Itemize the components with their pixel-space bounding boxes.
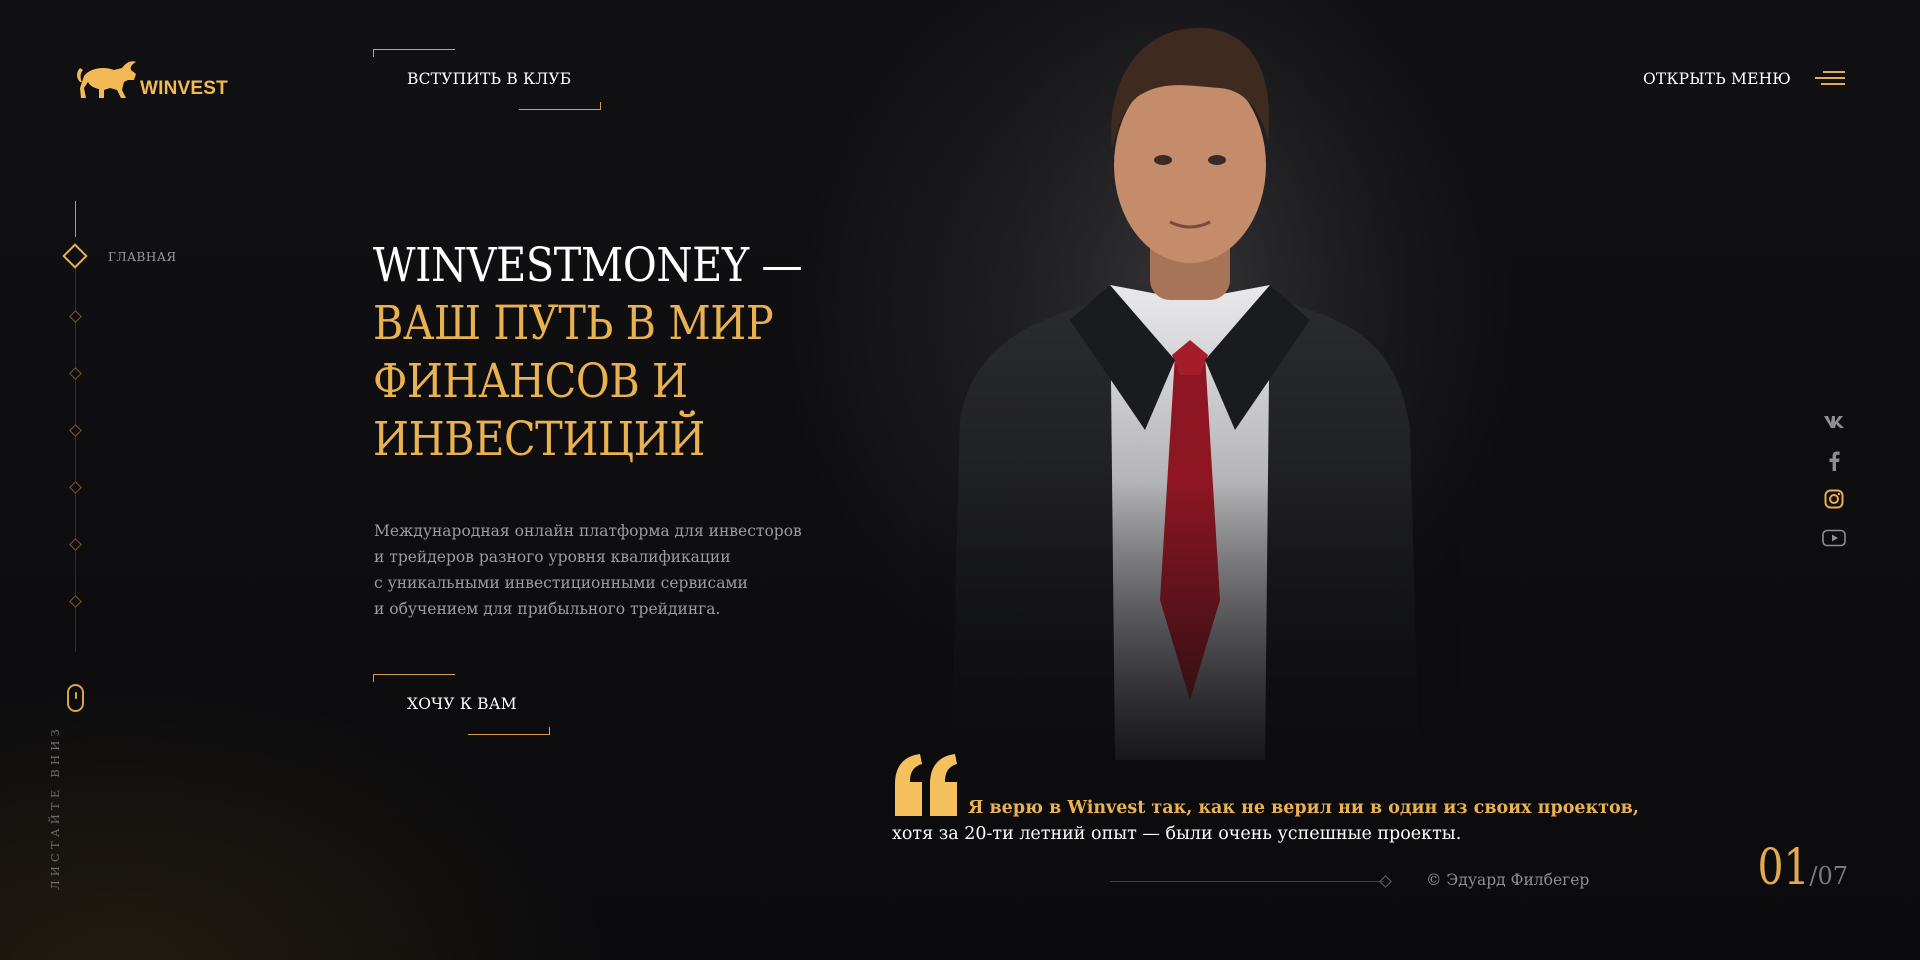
hero-title-gold-1: ВАШ ПУТЬ В МИР	[373, 296, 774, 351]
instagram-icon[interactable]	[1820, 485, 1848, 513]
brand-name: WINVEST	[140, 78, 228, 99]
youtube-icon[interactable]	[1820, 524, 1848, 552]
slide-current: 01	[1757, 838, 1810, 896]
quote-mark-icon	[895, 754, 957, 816]
description-line: с уникальными инвестиционными сервисами	[374, 574, 748, 592]
bull-icon	[77, 61, 136, 98]
hero-title-gold-3: ИНВЕСТИЦИЙ	[373, 412, 705, 467]
description-line: и трейдеров разного уровня квалификации	[374, 548, 731, 566]
hero-title: WINVESTMONEY — ВАШ ПУТЬ В МИР ФИНАНСОВ И…	[373, 237, 861, 469]
want-to-join-label: ХОЧУ К ВАМ	[407, 695, 517, 713]
bracket-bottom-right	[519, 102, 601, 110]
quote-text-highlight: Я верю в Winvest так, как не верил ни в …	[968, 798, 1639, 818]
join-club-label: ВСТУПИТЬ В КЛУБ	[407, 70, 572, 88]
vk-icon[interactable]	[1820, 408, 1848, 436]
nav-label-main[interactable]: ГЛАВНАЯ	[108, 250, 177, 264]
quote-text: хотя за 20-ти летний опыт — были очень у…	[892, 824, 1462, 844]
bracket-top-left	[373, 49, 455, 57]
quote-divider	[1110, 881, 1384, 882]
rail-accent-line	[75, 201, 76, 237]
brand-logo[interactable]: WINVEST	[74, 58, 228, 102]
description-line: Международная онлайн платформа для инвес…	[374, 522, 802, 540]
description-line: и обучением для прибыльного трейдинга.	[374, 600, 721, 618]
slide-counter: 01/07	[1746, 838, 1848, 896]
portrait-image	[920, 0, 1460, 800]
slide-total: 07	[1817, 862, 1848, 890]
scroll-mouse-icon[interactable]	[67, 684, 84, 712]
hamburger-icon	[1815, 71, 1845, 87]
want-to-join-button[interactable]: ХОЧУ К ВАМ	[373, 674, 550, 735]
hero-title-gold-2: ФИНАНСОВ И	[373, 354, 688, 409]
open-menu-label: ОТКРЫТЬ МЕНЮ	[1642, 70, 1791, 88]
open-menu-button[interactable]: ОТКРЫТЬ МЕНЮ	[1643, 70, 1845, 88]
quote-author: © Эдуард Филбегер	[1426, 871, 1590, 889]
hero-title-white: WINVESTMONEY —	[373, 238, 803, 293]
bracket-top-left	[373, 674, 455, 682]
scroll-down-label: ЛИСТАЙТЕ ВНИЗ	[48, 725, 62, 890]
facebook-icon[interactable]	[1820, 447, 1848, 475]
hero-description: Международная онлайн платформа для инвес…	[374, 518, 854, 622]
bracket-bottom-right	[468, 727, 550, 735]
join-club-button[interactable]: ВСТУПИТЬ В КЛУБ	[373, 49, 601, 110]
